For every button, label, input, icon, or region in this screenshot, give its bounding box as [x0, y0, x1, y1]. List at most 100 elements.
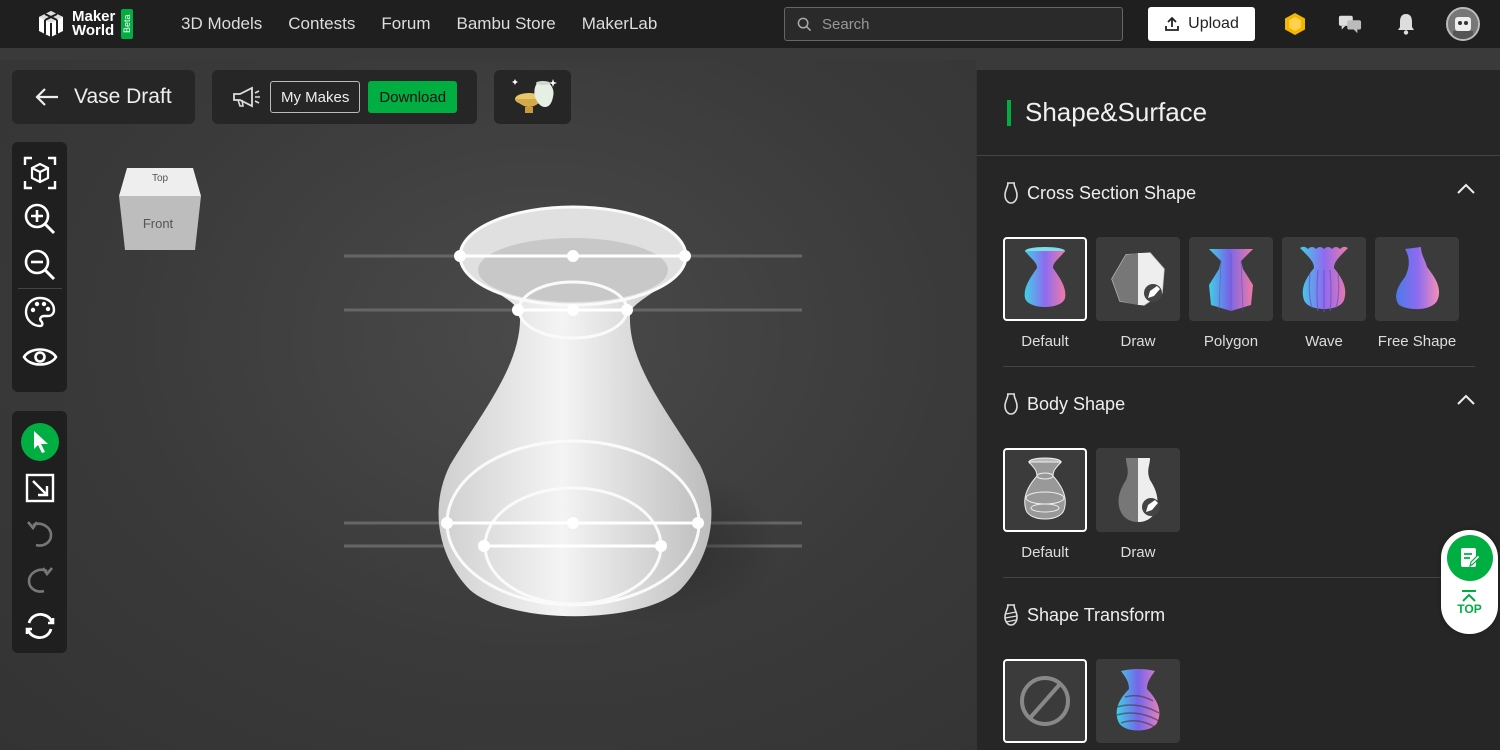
feedback-button[interactable] [1446, 535, 1493, 581]
option-thumb [1375, 237, 1459, 321]
note-edit-icon [1460, 548, 1481, 568]
shape-transform-twist[interactable] [1096, 659, 1180, 743]
view-toolbar [12, 142, 67, 392]
chevron-up-icon[interactable] [1457, 183, 1475, 195]
chevron-up-icon[interactable] [1457, 394, 1475, 406]
none-circle-slash-icon [1020, 676, 1070, 726]
control-point[interactable] [692, 517, 704, 529]
cube-frame-icon [23, 156, 56, 190]
cross-section-default[interactable]: Default [1003, 237, 1087, 350]
option-label: Draw [1120, 544, 1156, 561]
nav-3d-models[interactable]: 3D Models [181, 14, 262, 34]
shape-transform-title: Shape Transform [1027, 604, 1166, 625]
color-tool[interactable] [17, 288, 62, 334]
cross-section-section: Cross Section Shape Default Draw Polygon… [1003, 173, 1475, 350]
body-shape-section: Body Shape Default Draw [1003, 384, 1475, 561]
user-avatar[interactable] [1446, 7, 1480, 41]
shape-surface-panel: Shape&Surface Cross Section Shape Defaul… [976, 70, 1500, 750]
cursor-select-icon [20, 423, 59, 461]
option-thumb [1096, 448, 1180, 532]
refresh-icon [25, 613, 54, 639]
vase-gray-icon [1024, 457, 1066, 520]
action-bar: My Makes Download [212, 70, 477, 124]
view-cube[interactable]: Top Front [115, 166, 203, 252]
control-point[interactable] [621, 304, 633, 316]
option-label: Free Shape [1377, 333, 1457, 350]
points-badge-icon[interactable] [1283, 12, 1307, 36]
upload-button[interactable]: Upload [1148, 7, 1255, 41]
my-makes-button[interactable]: My Makes [270, 81, 361, 113]
notifications-bell-icon[interactable] [1394, 12, 1418, 36]
vase-sparkle-icon [511, 79, 557, 113]
control-point[interactable] [441, 517, 453, 529]
twisted-vase-icon [1004, 604, 1018, 626]
logo-line2: World [72, 22, 115, 39]
control-point[interactable] [478, 540, 490, 552]
draw-body-icon [1118, 458, 1160, 522]
zoom-out-icon [24, 249, 55, 281]
nav-forum[interactable]: Forum [381, 14, 430, 34]
fit-view-tool[interactable] [18, 150, 62, 196]
zoom-in-tool[interactable] [18, 196, 62, 242]
reset-tool[interactable] [18, 603, 62, 649]
logo-text: Maker World [72, 9, 115, 39]
cross-section-free-shape[interactable]: Free Shape [1375, 237, 1459, 350]
select-tool[interactable] [18, 419, 62, 465]
nav-contests[interactable]: Contests [288, 14, 355, 34]
control-point[interactable] [567, 517, 579, 529]
cross-section-polygon[interactable]: Polygon [1189, 237, 1273, 350]
control-point[interactable] [454, 250, 466, 262]
control-point[interactable] [655, 540, 667, 552]
scale-tool[interactable] [18, 465, 62, 511]
panel-title: Shape&Surface [1025, 97, 1208, 127]
top-nav: Maker World Beta 3D Models Contests Foru… [0, 0, 1500, 48]
control-point[interactable] [679, 250, 691, 262]
option-thumb [1003, 659, 1087, 743]
makerworld-logo[interactable]: Maker World Beta [36, 9, 134, 39]
redo-tool[interactable] [18, 557, 62, 603]
option-label: Wave [1305, 333, 1343, 350]
option-thumb [1003, 237, 1087, 321]
nav-makerlab[interactable]: MakerLab [582, 14, 658, 34]
upload-label: Upload [1188, 15, 1239, 32]
megaphone-icon[interactable] [230, 85, 262, 109]
control-point[interactable] [512, 304, 524, 316]
vase-twist-icon [1116, 669, 1160, 731]
panel-header: Shape&Surface [977, 70, 1500, 156]
cross-section-wave[interactable]: Wave [1282, 237, 1366, 350]
control-point[interactable] [567, 304, 579, 316]
section-divider [1003, 366, 1475, 367]
search-input[interactable] [822, 15, 1102, 33]
download-button[interactable]: Download [368, 81, 458, 113]
visibility-tool[interactable] [18, 334, 62, 380]
shape-transform-none[interactable] [1003, 659, 1087, 743]
cross-section-draw[interactable]: Draw [1096, 237, 1180, 350]
redo-icon [27, 567, 53, 593]
body-shape-draw[interactable]: Draw [1096, 448, 1180, 561]
vase-model[interactable] [340, 195, 810, 635]
option-thumb [1096, 237, 1180, 321]
vase-outline-icon [1004, 182, 1018, 204]
search-box [784, 7, 1123, 41]
undo-tool[interactable] [18, 511, 62, 557]
vase-default-gradient-icon [1024, 247, 1066, 307]
accent-bar [1007, 99, 1011, 126]
shape-transform-header[interactable]: Shape Transform [1003, 595, 1475, 635]
ai-vase-generator-button[interactable] [494, 70, 571, 124]
body-shape-options: Default Draw [1003, 448, 1475, 561]
messages-icon[interactable] [1338, 12, 1362, 36]
eye-icon [21, 348, 58, 366]
project-title: Vase Draft [74, 85, 172, 108]
control-point[interactable] [567, 250, 579, 262]
cross-section-header[interactable]: Cross Section Shape [1003, 173, 1475, 213]
body-shape-title: Body Shape [1027, 393, 1126, 414]
back-to-top-button[interactable]: TOP [1457, 589, 1482, 615]
body-shape-default[interactable]: Default [1003, 448, 1087, 561]
undo-icon [26, 521, 52, 547]
cross-section-options: Default Draw Polygon Wave Free Shape [1003, 237, 1475, 350]
nav-bambu-store[interactable]: Bambu Store [456, 14, 555, 34]
body-shape-header[interactable]: Body Shape [1003, 384, 1475, 424]
back-button[interactable]: Vase Draft [12, 70, 195, 124]
zoom-out-tool[interactable] [18, 242, 62, 288]
option-label: Default [1021, 333, 1069, 350]
